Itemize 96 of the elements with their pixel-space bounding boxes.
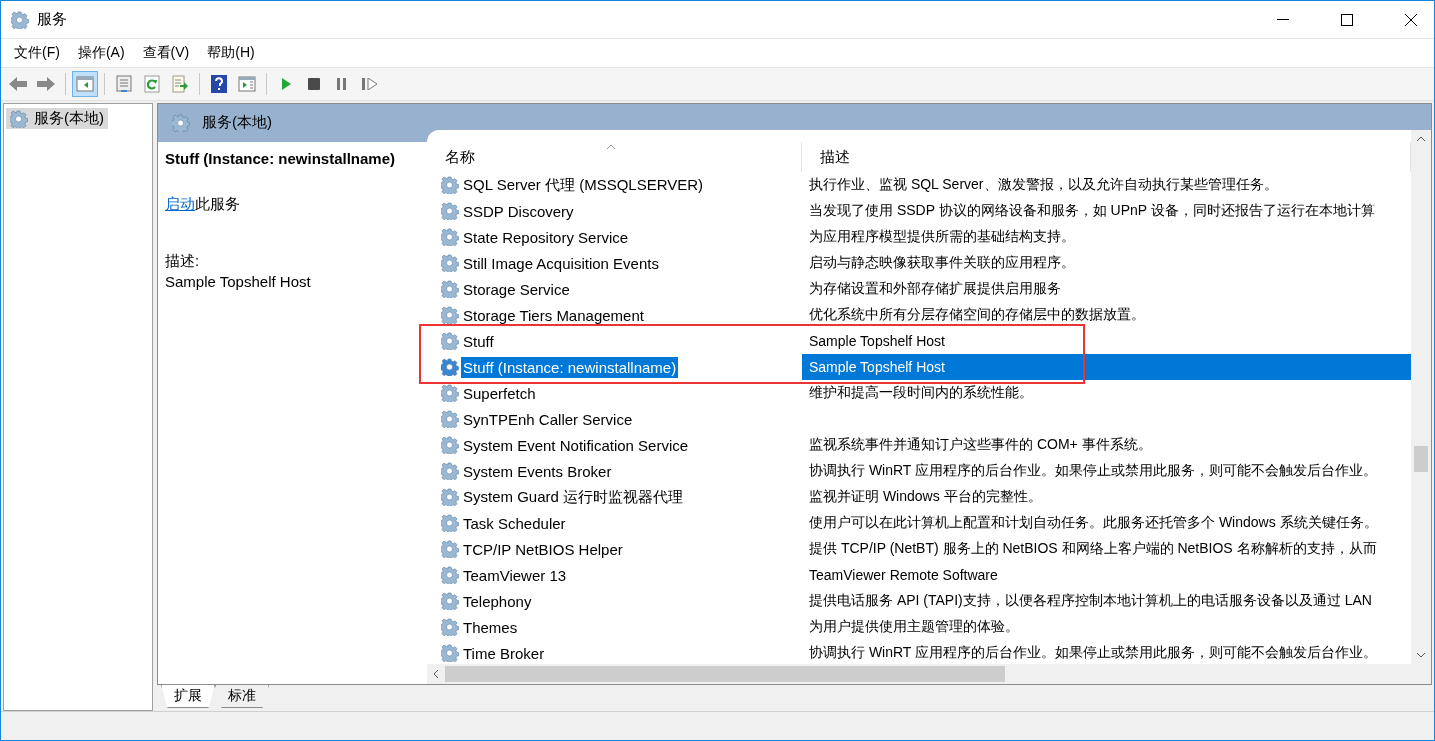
description-cell-text: 为应用程序模型提供所需的基础结构支持。: [808, 227, 1076, 246]
description-label: 描述:: [165, 252, 201, 271]
window-title: 服务: [37, 10, 68, 29]
gear-icon: [441, 306, 459, 324]
description-cell-text: 为存储设置和外部存储扩展提供启用服务: [808, 279, 1062, 298]
gear-icon: [441, 228, 459, 246]
description-cell: Sample Topshelf Host: [802, 354, 1411, 380]
service-name-cell[interactable]: Themes: [427, 616, 802, 638]
view-tab[interactable]: 标准: [215, 685, 269, 708]
service-name-cell[interactable]: Still Image Acquisition Events: [427, 252, 802, 274]
service-name-cell[interactable]: Task Scheduler: [427, 512, 802, 534]
description-cell-text: 提供 TCP/IP (NetBT) 服务上的 NetBIOS 和网络上客户端的 NetBIOS 名称解析的支持，从而: [808, 539, 1378, 558]
gear-icon: [441, 462, 459, 480]
gear-icon: [441, 618, 459, 636]
gear-icon: [441, 358, 459, 376]
gear-icon: [10, 109, 28, 128]
description-cell-text: 执行作业、监视 SQL Server、激发警报，以及允许自动执行某些管理任务。: [808, 175, 1279, 194]
service-name-cell[interactable]: System Events Broker: [427, 460, 802, 482]
description-cell-text: TeamViewer Remote Software: [808, 566, 999, 585]
service-name-cell[interactable]: Telephony: [427, 590, 802, 612]
refresh-icon: [143, 75, 161, 93]
view-tab[interactable]: 扩展: [161, 685, 215, 708]
properties-icon: [115, 75, 133, 93]
horizontal-scrollbar[interactable]: [427, 664, 1431, 684]
service-name-cell[interactable]: System Event Notification Service: [427, 434, 802, 456]
service-name-cell[interactable]: Superfetch: [427, 382, 802, 404]
scroll-thumb[interactable]: [445, 666, 1005, 682]
gear-icon: [11, 10, 29, 29]
pane-icon: [238, 76, 256, 92]
description-cell-text: 使用户可以在此计算机上配置和计划自动任务。此服务还托管多个 Windows 系统关键任务。: [808, 513, 1379, 532]
tree-item[interactable]: 服务(本地): [6, 108, 108, 129]
column-header[interactable]: 名称: [427, 142, 802, 172]
maximize-icon: [1341, 13, 1353, 26]
service-name-cell[interactable]: TCP/IP NetBIOS Helper: [427, 538, 802, 560]
play-icon: [280, 77, 292, 91]
scroll-down-icon[interactable]: [1416, 652, 1426, 658]
gear-icon: [441, 436, 459, 454]
menu-item[interactable]: 操作(A): [70, 42, 132, 64]
menu-item[interactable]: 文件(F): [7, 42, 67, 64]
description-cell-text: 维护和提高一段时间内的系统性能。: [808, 383, 1034, 402]
gear-icon: [441, 540, 459, 558]
service-name-cell[interactable]: TeamViewer 13: [427, 564, 802, 586]
description-cell-text: 监视系统事件并通知订户这些事件的 COM+ 事件系统。: [808, 435, 1153, 454]
gear-icon: [441, 202, 459, 220]
gear-icon: [441, 644, 459, 662]
description-cell-text: 监视并证明 Windows 平台的完整性。: [808, 487, 1043, 506]
service-name-cell[interactable]: Storage Service: [427, 278, 802, 300]
gear-icon: [441, 384, 459, 402]
start-service-text: 启动此服务: [165, 195, 241, 214]
sort-caret-icon: [607, 144, 615, 149]
panel-title: 服务(本地): [202, 112, 272, 132]
service-name-cell[interactable]: SynTPEnh Caller Service: [427, 408, 802, 430]
description-cell-text: 优化系统中所有分层存储空间的存储层中的数据放置。: [808, 305, 1146, 324]
description-cell-text: 为用户提供使用主题管理的体验。: [808, 617, 1020, 636]
service-name-cell[interactable]: SQL Server 代理 (MSSQLSERVER): [427, 173, 802, 197]
description-cell-text: Sample Topshelf Host: [808, 332, 946, 351]
service-name-cell[interactable]: Time Broker: [427, 642, 802, 664]
menu-item[interactable]: 查看(V): [135, 42, 197, 64]
description-cell-text: 当发现了使用 SSDP 协议的网络设备和服务，如 UPnP 设备，同时还报告了运行在本地计算: [808, 201, 1376, 220]
menu-item[interactable]: 帮助(H): [200, 42, 262, 64]
scroll-thumb[interactable]: [1414, 446, 1428, 472]
service-name-cell[interactable]: State Repository Service: [427, 226, 802, 248]
gear-icon: [441, 176, 459, 194]
service-name-cell[interactable]: SSDP Discovery: [427, 200, 802, 222]
resume-icon: [362, 78, 378, 90]
gear-icon: [441, 514, 459, 532]
gear-icon: [441, 280, 459, 298]
pane-icon: [76, 76, 94, 92]
minimize-icon: [1277, 18, 1289, 21]
description-cell-text: 协调执行 WinRT 应用程序的后台作业。如果停止或禁用此服务，则可能不会触发后台作业。: [808, 643, 1379, 662]
gear-icon: [441, 592, 459, 610]
gear-icon: [441, 254, 459, 272]
scroll-up-icon[interactable]: [1416, 136, 1426, 142]
close-icon: [1405, 13, 1417, 26]
stop-icon: [308, 78, 320, 90]
description-cell-text: 提供电话服务 API (TAPI)支持，以便各程序控制本地计算机上的电话服务设备以及通过 LAN: [808, 591, 1373, 610]
gear-icon: [441, 410, 459, 428]
gear-icon: [441, 332, 459, 350]
scroll-left-icon[interactable]: [433, 669, 439, 679]
service-title: Stuff (Instance: newinstallname): [165, 150, 397, 167]
gear-icon: [172, 114, 190, 132]
help-icon: [210, 74, 228, 94]
gear-icon: [441, 488, 459, 506]
export-icon: [171, 75, 189, 93]
start-link[interactable]: 启动: [165, 195, 195, 212]
description-cell-text: 协调执行 WinRT 应用程序的后台作业。如果停止或禁用此服务，则可能不会触发后台作业。: [808, 461, 1379, 480]
service-name-cell[interactable]: Stuff: [427, 330, 802, 352]
service-name-cell[interactable]: Storage Tiers Management: [427, 304, 802, 326]
description-cell-text: 启动与静态映像获取事件关联的应用程序。: [808, 253, 1076, 272]
forward-arrow-icon: [36, 76, 56, 92]
pause-icon: [337, 78, 347, 90]
service-name-cell[interactable]: System Guard 运行时监视器代理: [427, 485, 802, 509]
description-text: Sample Topshelf Host: [165, 273, 312, 290]
vertical-scrollbar[interactable]: [1411, 130, 1431, 664]
gear-icon: [441, 566, 459, 584]
back-arrow-icon: [8, 76, 28, 92]
